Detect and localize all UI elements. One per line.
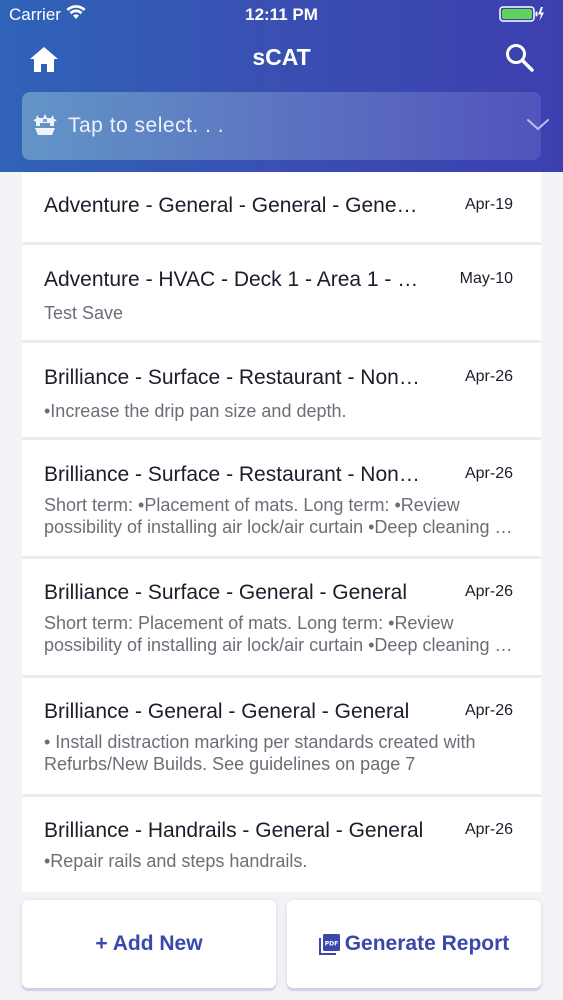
list-item-date: Apr-26 — [464, 368, 513, 385]
status-bar: Carrier 12:11 PM — [0, 0, 563, 30]
app-header: Carrier 12:11 PM sCAT Tap to select. . . — [0, 0, 563, 172]
nav-bar: sCAT — [0, 30, 563, 86]
ship-selector[interactable]: Tap to select. . . — [22, 92, 549, 160]
selector-placeholder: Tap to select. . . — [68, 114, 225, 137]
list-item-title: Adventure - General - General - General … — [44, 194, 424, 217]
list-item-title: Brilliance - Handrails - General - Gener… — [44, 819, 424, 842]
ship-icon — [33, 114, 57, 135]
add-new-button[interactable]: + Add New — [22, 900, 276, 988]
list-item-date: May-10 — [459, 270, 513, 287]
pdf-icon: PDF — [318, 934, 340, 955]
list-item-title: Brilliance - Surface - Restaurant - Non … — [44, 463, 424, 486]
page-title: sCAT — [252, 44, 311, 70]
list-item[interactable]: Brilliance - Handrails - General - Gener… — [22, 797, 541, 892]
list-item-title: Brilliance - Surface - General - General — [44, 581, 407, 604]
list-item-date: Apr-19 — [464, 196, 513, 213]
add-new-label: + Add New — [95, 932, 203, 955]
list-item-date: Apr-26 — [464, 702, 513, 719]
list-item-subtitle: •Repair rails and steps handrails. — [44, 851, 308, 871]
clock: 12:11 PM — [245, 5, 318, 24]
list-item[interactable]: Brilliance - Surface - Restaurant - Non … — [22, 440, 541, 559]
generate-report-button[interactable]: PDF Generate Report — [287, 900, 541, 988]
list-item[interactable]: Brilliance - General - General - General… — [22, 678, 541, 797]
pdf-icon-text: PDF — [324, 941, 337, 948]
list-item[interactable]: Adventure - General - General - General … — [22, 172, 541, 245]
list-item[interactable]: Brilliance - Surface - General - General… — [22, 559, 541, 678]
generate-report-label: Generate Report — [344, 932, 510, 955]
list-item-title: Adventure - HVAC - Deck 1 - Area 1 - Gen… — [44, 268, 424, 291]
list-item-subtitle: Test Save — [44, 303, 124, 323]
list-item-subtitle: Short term: Placement of mats. Long term… — [44, 613, 510, 655]
chevron-down-icon — [527, 119, 549, 130]
list-item-date: Apr-26 — [464, 465, 513, 482]
list-item-subtitle: • Install distraction marking per standa… — [44, 732, 476, 774]
list-item-date: Apr-26 — [464, 821, 513, 838]
list-item-subtitle: Short term: •Placement of mats. Long ter… — [44, 495, 510, 537]
list-item-title: Brilliance - General - General - General — [44, 700, 410, 723]
list-item[interactable]: Brilliance - Surface - Restaurant - Non … — [22, 343, 541, 440]
report-list: Adventure - General - General - General … — [22, 172, 541, 892]
list-item-subtitle: •Increase the drip pan size and depth. — [44, 401, 347, 421]
list-item-title: Brilliance - Surface - Restaurant - Non … — [44, 366, 424, 389]
list-item-date: Apr-26 — [464, 583, 513, 600]
list-item[interactable]: Adventure - HVAC - Deck 1 - Area 1 - Gen… — [22, 245, 541, 343]
battery-icon — [499, 6, 544, 22]
search-icon[interactable] — [504, 42, 536, 74]
